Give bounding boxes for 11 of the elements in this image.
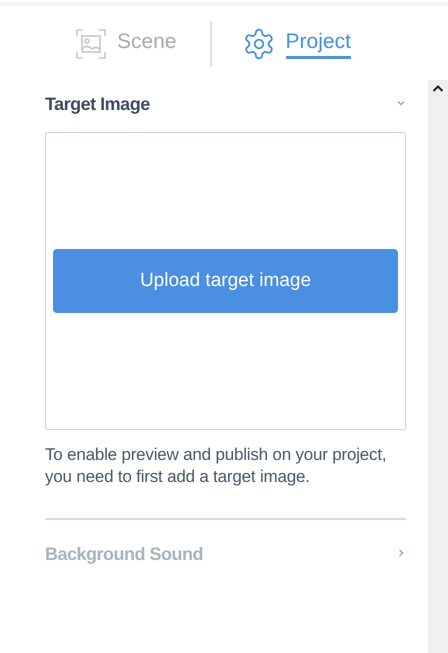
tab[interactable]: Project: [242, 27, 351, 61]
section-title: Background Sound: [45, 544, 203, 564]
scrollbar[interactable]: [428, 80, 448, 653]
image-drop-area[interactable]: Upload target image: [45, 132, 406, 430]
section-title: Target Image: [45, 94, 150, 114]
tab[interactable]: Scene: [75, 28, 177, 60]
scroll-up-icon[interactable]: [432, 84, 444, 94]
info-text: To enable preview and publish on your project, you need to first add a target image.: [45, 444, 388, 488]
chevron-down-icon[interactable]: [396, 98, 406, 108]
image-icon: [75, 28, 107, 60]
upload-button[interactable]: Upload target image: [53, 249, 398, 313]
